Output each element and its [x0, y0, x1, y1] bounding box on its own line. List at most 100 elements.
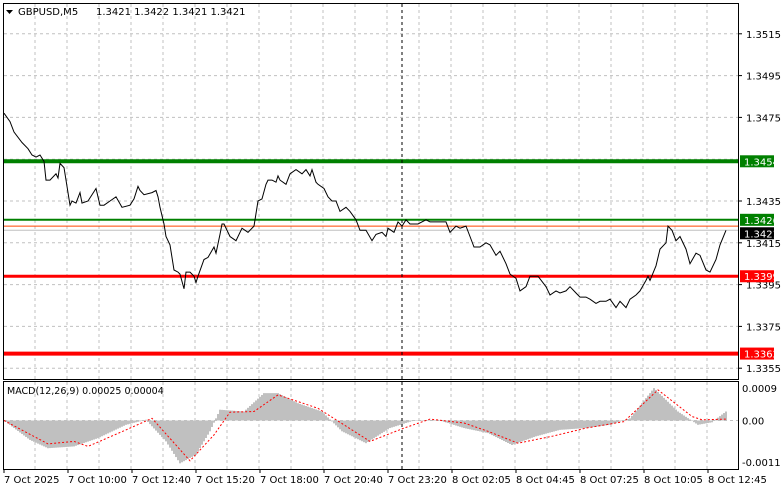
macd-histogram-bar	[431, 420, 433, 421]
macd-histogram-bar	[413, 420, 415, 421]
macd-histogram-bar	[639, 405, 641, 421]
macd-histogram-bar	[137, 420, 139, 422]
macd-histogram-bar	[399, 420, 401, 425]
time-tick-label: 8 Oct 02:05	[452, 475, 511, 486]
macd-histogram-bar	[211, 420, 213, 427]
macd-histogram-bar	[31, 420, 33, 441]
macd-histogram-bar	[455, 420, 457, 426]
macd-histogram-bar	[215, 418, 217, 421]
macd-histogram-bar	[375, 420, 377, 437]
macd-histogram-bar	[529, 420, 531, 439]
macd-histogram-bar	[585, 420, 587, 429]
main-grid	[4, 4, 738, 379]
macd-histogram-bar	[329, 419, 331, 421]
macd-histogram-bar	[41, 420, 43, 446]
macd-histogram-bar	[583, 420, 585, 429]
macd-histogram-bar	[141, 420, 143, 421]
macd-histogram-bar	[201, 420, 203, 445]
macd-histogram-bar	[37, 420, 39, 444]
macd-histogram-bar	[315, 409, 317, 421]
macd-histogram-bar	[243, 411, 245, 421]
macd-histogram-bar	[435, 420, 437, 421]
macd-histogram-bar	[437, 420, 439, 421]
macd-histogram-bar	[25, 420, 27, 437]
macd-histogram-bar	[191, 420, 193, 457]
macd-histogram-bar	[117, 420, 119, 429]
macd-histogram-bar	[389, 420, 391, 429]
macd-histogram-bar	[343, 420, 345, 433]
macd-histogram-bar	[461, 420, 463, 428]
macd-histogram-bar	[561, 420, 563, 430]
macd-histogram-bar	[289, 399, 291, 421]
chart-window[interactable]: 1.35151.34951.34751.34351.34151.33951.33…	[0, 0, 781, 489]
macd-histogram-bar	[693, 420, 695, 423]
macd-histogram-bar	[129, 420, 131, 424]
macd-histogram-bar	[593, 420, 595, 427]
time-tick-label: 8 Oct 10:05	[644, 475, 703, 486]
macd-histogram-bar	[521, 420, 523, 442]
macd-histogram-bar	[73, 420, 75, 447]
macd-histogram-bar	[221, 409, 223, 421]
macd-histogram-bar	[321, 411, 323, 421]
price-axis[interactable]: 1.35151.34951.34751.34351.34151.33951.33…	[738, 30, 781, 375]
main-panel-border	[3, 3, 739, 380]
macd-histogram-bar	[395, 420, 397, 427]
price-tick-label: 1.3355	[746, 364, 781, 375]
macd-histogram-bar	[503, 420, 505, 442]
macd-histogram-bar	[303, 405, 305, 421]
time-tick-label: 7 Oct 23:20	[388, 475, 447, 486]
macd-histogram-bar	[57, 420, 59, 448]
level-price-label: 1.3426	[744, 216, 779, 227]
macd-histogram-bar	[161, 420, 163, 438]
macd-histogram-bar	[403, 420, 405, 424]
time-tick-label: 8 Oct 04:45	[516, 475, 575, 486]
macd-histogram-bar	[385, 420, 387, 431]
macd-histogram-bar	[401, 420, 403, 425]
macd-histogram-bar	[479, 420, 481, 432]
macd-histogram-bar	[249, 405, 251, 421]
macd-histogram-bar	[259, 396, 261, 421]
macd-histogram-bar	[177, 420, 179, 461]
macd-histogram-bar	[681, 414, 683, 421]
macd-histogram-bar	[419, 420, 421, 421]
macd-histogram-bar	[143, 420, 145, 421]
macd-histogram-bar	[197, 420, 199, 452]
macd-histogram-bar	[699, 420, 701, 425]
macd-histogram-bar	[99, 420, 101, 438]
macd-histogram-bar	[125, 420, 127, 425]
macd-histogram-bar	[707, 420, 709, 424]
macd-histogram-bar	[383, 420, 385, 432]
macd-histogram-bar	[335, 420, 337, 426]
macd-histogram-bar	[97, 420, 99, 439]
macd-histogram-bar	[367, 420, 369, 442]
macd-histogram-bar	[77, 420, 79, 446]
time-axis[interactable]: 7 Oct 2025 7 Oct 10:00 7 Oct 12:40 7 Oct 15…	[3, 469, 767, 486]
macd-histogram-bar	[631, 415, 633, 421]
macd-histogram-bar	[15, 420, 17, 430]
macd-histogram-bar	[195, 420, 197, 455]
time-tick-label: 7 Oct 15:20	[196, 475, 255, 486]
macd-histogram-bar	[665, 399, 667, 421]
macd-histogram-bar	[331, 420, 333, 422]
macd-header: MACD(12,26,9) 0.00025 0.00004	[7, 386, 164, 397]
symbol-timeframe: GBPUSD,M5	[18, 7, 78, 18]
macd-histogram-bar	[685, 416, 687, 421]
macd-histogram-bar	[661, 395, 663, 421]
macd-histogram-bar	[705, 420, 707, 424]
macd-histogram-bar	[275, 393, 277, 421]
level-lines[interactable]	[4, 159, 738, 356]
macd-histogram-bar	[517, 420, 519, 443]
dropdown-triangle-icon[interactable]	[6, 10, 13, 14]
macd-histogram-bar	[9, 420, 11, 425]
macd-histogram-bar	[553, 420, 555, 432]
macd-histogram-bar	[365, 420, 367, 444]
macd-histogram-bar	[203, 420, 205, 442]
macd-histogram-bar	[545, 420, 547, 434]
macd-histogram-bar	[297, 403, 299, 421]
macd-histogram-bar	[677, 411, 679, 421]
macd-histogram-bar	[23, 420, 25, 436]
macd-histogram-bar	[199, 420, 201, 449]
macd-histogram-bar	[557, 420, 559, 431]
macd-histogram-bar	[591, 420, 593, 428]
macd-histogram-bar	[213, 420, 215, 423]
